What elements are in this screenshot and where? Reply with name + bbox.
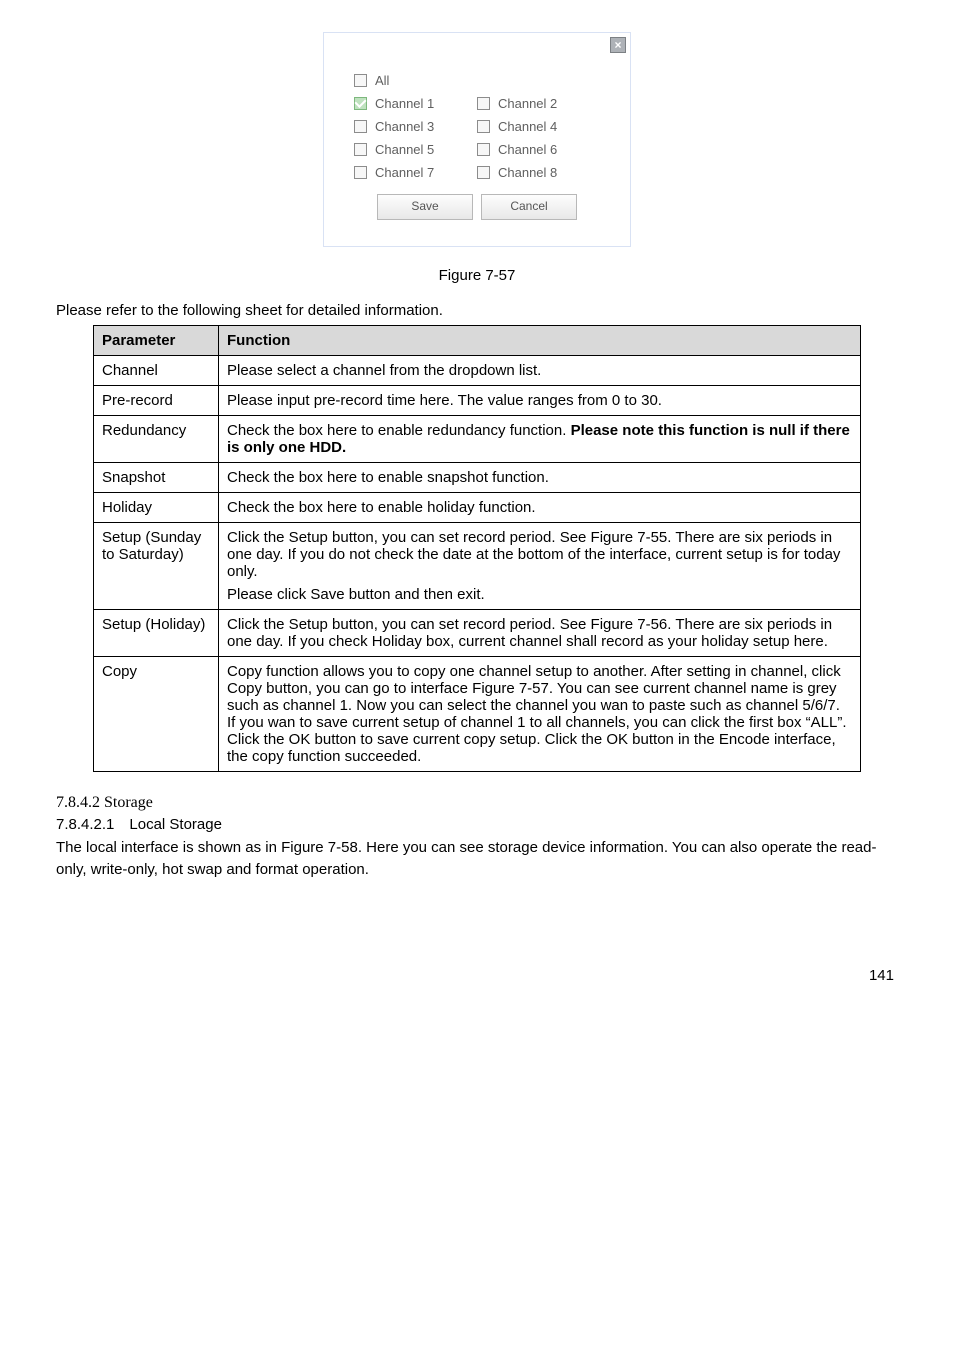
cell-param: Setup (Holiday)	[94, 610, 219, 657]
cell-func: Check the box here to enable redundancy …	[219, 416, 861, 463]
cell-func: Click the Setup button, you can set reco…	[219, 523, 861, 610]
cell-func: Copy function allows you to copy one cha…	[219, 657, 861, 772]
table-row: Snapshot Check the box here to enable sn…	[94, 463, 861, 493]
th-parameter: Parameter	[94, 326, 219, 356]
checkbox-all[interactable]	[354, 74, 367, 87]
copy-channel-dialog: × All Channel 1 Channel 2	[323, 32, 631, 247]
table-row: Channel Please select a channel from the…	[94, 356, 861, 386]
lead-text: Please refer to the following sheet for …	[56, 302, 898, 319]
cell-param: Setup (Sunday to Saturday)	[94, 523, 219, 610]
table-row: Redundancy Check the box here to enable …	[94, 416, 861, 463]
checkbox-channel-5[interactable]	[354, 143, 367, 156]
dialog-titlebar: ×	[324, 33, 630, 59]
label-channel-3: Channel 3	[375, 119, 434, 134]
table-row: Setup (Holiday) Click the Setup button, …	[94, 610, 861, 657]
label-channel-5: Channel 5	[375, 142, 434, 157]
parameter-table: Parameter Function Channel Please select…	[93, 325, 861, 772]
label-channel-1: Channel 1	[375, 96, 434, 111]
checkbox-channel-3[interactable]	[354, 120, 367, 133]
label-channel-6: Channel 6	[498, 142, 557, 157]
checkbox-channel-8[interactable]	[477, 166, 490, 179]
table-row: Copy Copy function allows you to copy on…	[94, 657, 861, 772]
cell-func: Please input pre-record time here. The v…	[219, 386, 861, 416]
cell-param: Copy	[94, 657, 219, 772]
label-channel-7: Channel 7	[375, 165, 434, 180]
cell-func: Check the box here to enable snapshot fu…	[219, 463, 861, 493]
checkbox-channel-6[interactable]	[477, 143, 490, 156]
table-row: Setup (Sunday to Saturday) Click the Set…	[94, 523, 861, 610]
figure-caption: Figure 7-57	[56, 267, 898, 284]
cell-param: Holiday	[94, 493, 219, 523]
checkbox-channel-7[interactable]	[354, 166, 367, 179]
checkbox-channel-1[interactable]	[354, 97, 367, 110]
body-paragraph: The local interface is shown as in Figur…	[56, 837, 898, 881]
label-all: All	[375, 73, 389, 88]
cell-param: Channel	[94, 356, 219, 386]
page-number: 141	[56, 967, 898, 984]
subsection-heading: 7.8.4.2.1 Local Storage	[56, 816, 898, 833]
th-function: Function	[219, 326, 861, 356]
cell-func: Please select a channel from the dropdow…	[219, 356, 861, 386]
table-row: Holiday Check the box here to enable hol…	[94, 493, 861, 523]
checkbox-channel-4[interactable]	[477, 120, 490, 133]
label-channel-4: Channel 4	[498, 119, 557, 134]
label-channel-2: Channel 2	[498, 96, 557, 111]
checkbox-channel-2[interactable]	[477, 97, 490, 110]
save-button[interactable]: Save	[377, 194, 473, 220]
cell-param: Snapshot	[94, 463, 219, 493]
cell-param: Redundancy	[94, 416, 219, 463]
cancel-button[interactable]: Cancel	[481, 194, 577, 220]
cell-param: Pre-record	[94, 386, 219, 416]
table-row: Pre-record Please input pre-record time …	[94, 386, 861, 416]
cell-func: Click the Setup button, you can set reco…	[219, 610, 861, 657]
section-heading: 7.8.4.2 Storage	[56, 794, 898, 812]
cell-func: Check the box here to enable holiday fun…	[219, 493, 861, 523]
close-icon[interactable]: ×	[610, 37, 626, 53]
label-channel-8: Channel 8	[498, 165, 557, 180]
